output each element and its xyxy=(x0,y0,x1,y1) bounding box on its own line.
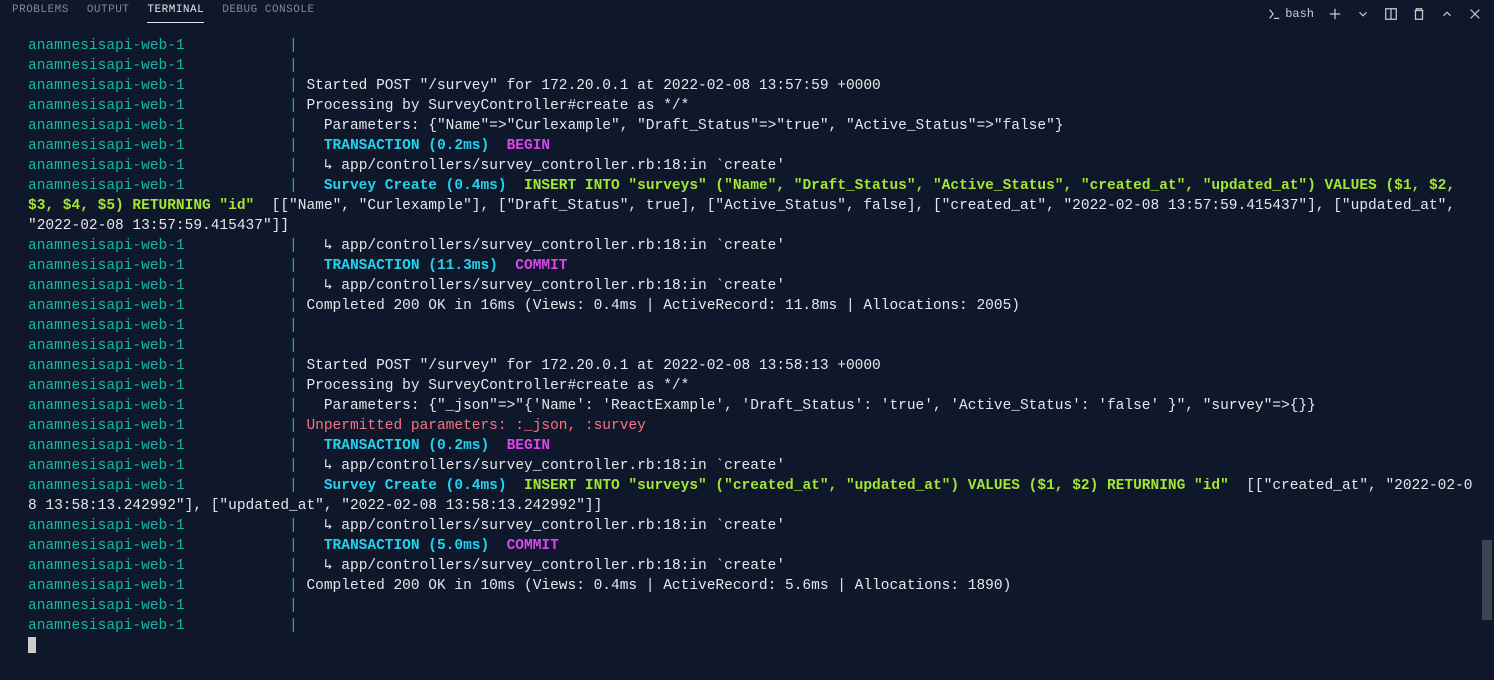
scrollbar[interactable] xyxy=(1482,40,1492,660)
terminal-cursor xyxy=(28,637,36,653)
close-panel-icon[interactable] xyxy=(1468,7,1482,21)
panel-header: PROBLEMS OUTPUT TERMINAL DEBUG CONSOLE b… xyxy=(0,0,1494,28)
tab-debug-console[interactable]: DEBUG CONSOLE xyxy=(222,4,314,23)
maximize-panel-icon[interactable] xyxy=(1440,7,1454,21)
scrollbar-thumb[interactable] xyxy=(1482,540,1492,620)
terminal-output[interactable]: anamnesisapi-web-1 | anamnesisapi-web-1 … xyxy=(0,28,1494,664)
shell-name: bash xyxy=(1285,7,1314,21)
panel-tabs: PROBLEMS OUTPUT TERMINAL DEBUG CONSOLE xyxy=(12,4,1267,23)
split-terminal-icon[interactable] xyxy=(1384,7,1398,21)
tab-output[interactable]: OUTPUT xyxy=(87,4,130,23)
terminal-shell-selector[interactable]: bash xyxy=(1267,7,1314,21)
new-terminal-icon[interactable] xyxy=(1328,7,1342,21)
kill-terminal-icon[interactable] xyxy=(1412,7,1426,21)
terminal-icon xyxy=(1267,7,1281,21)
tab-terminal[interactable]: TERMINAL xyxy=(147,4,204,23)
panel-actions: bash xyxy=(1267,7,1482,21)
terminal-dropdown-icon[interactable] xyxy=(1356,7,1370,21)
tab-problems[interactable]: PROBLEMS xyxy=(12,4,69,23)
